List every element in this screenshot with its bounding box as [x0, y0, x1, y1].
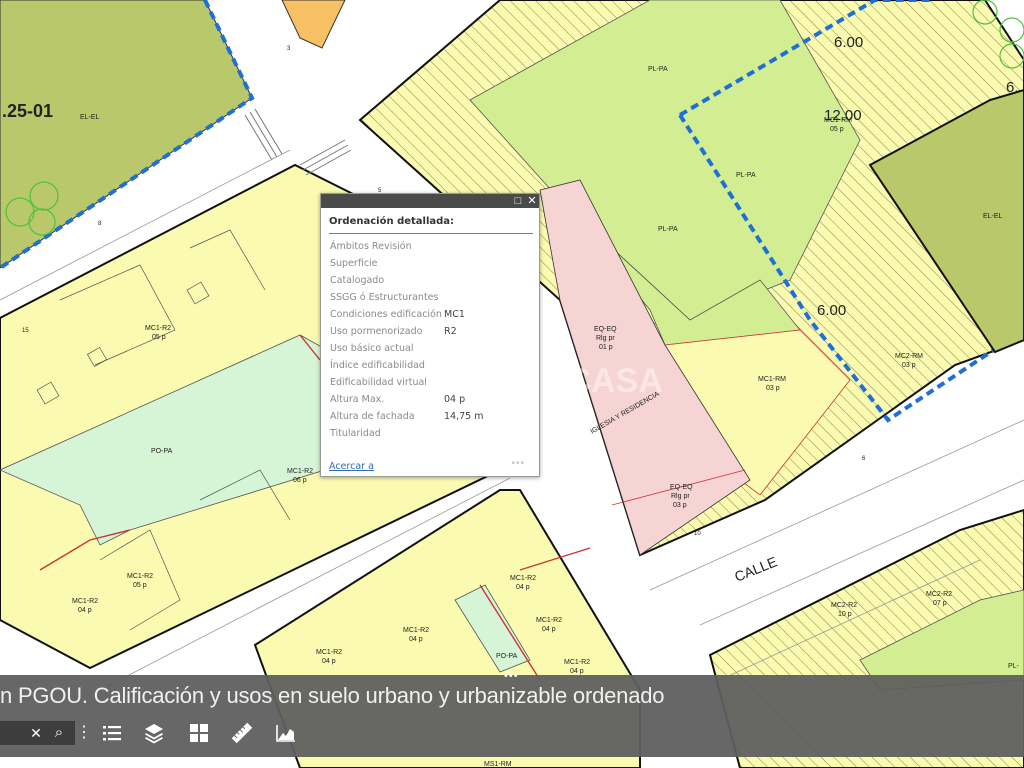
- attribute-value: MC1: [444, 309, 465, 320]
- map-label-mc2-rm-p: 03 p: [902, 362, 916, 369]
- map-label-po-pa: PO-PA: [151, 448, 173, 455]
- basemap-gallery-icon[interactable]: [186, 721, 212, 753]
- map-label-mc2-r2-p: 07 p: [933, 600, 947, 607]
- clear-search-icon[interactable]: ✕: [28, 721, 44, 745]
- map-label-eq-eq-p: 01 p: [599, 344, 613, 351]
- map-label-pl-pa-mid: PL-PA: [658, 226, 678, 233]
- attribute-label: Uso pormenorizado: [330, 326, 423, 337]
- attribute-value: 14,75 m: [444, 411, 484, 422]
- close-icon[interactable]: ✕: [525, 194, 539, 208]
- attribute-label: Altura de fachada: [330, 411, 415, 422]
- map-label-eq-eq: EQ-EQ: [670, 484, 693, 491]
- attribute-label: Superficie: [330, 258, 378, 269]
- map-label-dim: 12.00: [824, 107, 862, 124]
- elevation-profile-icon[interactable]: [273, 721, 299, 753]
- map-label-dim: 6.: [1006, 79, 1019, 96]
- map-label-mc1-r2-p: 05 p: [133, 582, 147, 589]
- popup-titlebar: □ ✕: [321, 194, 539, 208]
- map-label-mc1-rm-p: 03 p: [766, 385, 780, 392]
- popup-title: Ordenación detallada:: [329, 216, 455, 227]
- attribute-value: 04 p: [444, 394, 466, 405]
- map-label-mc1-r2-p: 04 p: [322, 658, 336, 665]
- map-label-mc1-r2: MC1-R2: [316, 649, 342, 656]
- more-tools-icon[interactable]: ⋮: [76, 721, 92, 745]
- map-label-mc1-r2: MC1-R2: [287, 468, 313, 475]
- map-label-mc2-r2-p: 10 p: [838, 611, 852, 618]
- map-label-mc1-r2: MC1-R2: [72, 598, 98, 605]
- app-title: n PGOU. Calificación y usos en suelo urb…: [0, 683, 665, 708]
- map-label-mc1-r2: MC1-R2: [127, 573, 153, 580]
- map-label-mc1-rm-p: 05 p: [830, 126, 844, 133]
- measure-ruler-icon[interactable]: [229, 721, 255, 753]
- map-label-ms1-rm: MS1-RM: [484, 761, 512, 768]
- map-label-eq-eq-use: Rlg pr: [671, 493, 690, 500]
- map-label-mc2-r2: MC2-R2: [831, 602, 857, 609]
- attribute-label: Condiciones edificación: [330, 309, 442, 320]
- panel-handle-icon[interactable]: •••: [504, 670, 519, 682]
- attribute-label: Titularidad: [330, 428, 381, 439]
- attribute-label: Uso básico actual: [330, 343, 414, 354]
- map-label-mc1-r2-p: 04 p: [78, 607, 92, 614]
- bottom-panel: ••• n PGOU. Calificación y usos en suelo…: [0, 670, 1024, 757]
- map-label-mc1-r2: MC1-R2: [403, 627, 429, 634]
- map-label-mc1-r2-p: 06 p: [293, 477, 307, 484]
- map-label-num: 15: [22, 328, 29, 334]
- attribute-label: SSGG ó Estructurantes: [330, 292, 439, 303]
- map-label-mc2-r2: MC2-R2: [926, 591, 952, 598]
- map-label-pl-pa-small: PL-PA: [736, 172, 756, 179]
- attribute-label: Edificabilidad virtual: [330, 377, 427, 388]
- map-label-mc1-r2: MC1-R2: [145, 325, 171, 332]
- search-icon[interactable]: ⌕: [50, 721, 68, 745]
- map-label-mc1-r2: MC1-R2: [564, 659, 590, 666]
- map-label-dim: 6.00: [817, 302, 846, 319]
- map-label-mc2-rm: MC2-RM: [895, 353, 923, 360]
- attribute-value: R2: [444, 326, 457, 337]
- map-label-el-el-left: EL-EL: [80, 114, 100, 121]
- feature-popup: □ ✕ Ordenación detallada: Ámbitos Revisi…: [320, 193, 540, 477]
- map-label-mc1-r2-p: 04 p: [516, 584, 530, 591]
- attribute-label: Catalogado: [330, 275, 385, 286]
- map-label-mc1-r2-p: 04 p: [570, 668, 584, 675]
- popup-divider: [329, 233, 533, 234]
- map-label-mc1-r2-p: 04 p: [542, 626, 556, 633]
- map-label-po-pa-small: PO-PA: [496, 653, 518, 660]
- map-label-mc1-r2: MC1-R2: [510, 575, 536, 582]
- map-label-mc1-r2-p: 04 p: [409, 636, 423, 643]
- layers-icon[interactable]: [141, 721, 167, 753]
- map-label-code: .25-01: [2, 101, 53, 121]
- attribute-label: Ámbitos Revisión: [330, 241, 412, 252]
- map-label-num: 10: [694, 531, 701, 537]
- map-label-eq-eq-p: 03 p: [673, 502, 687, 509]
- map-label-eq-eq: EQ-EQ: [594, 326, 617, 333]
- map-label-mc1-r2: MC1-R2: [536, 617, 562, 624]
- list-legend-icon[interactable]: [99, 721, 125, 753]
- zoom-to-link[interactable]: Acercar a: [329, 461, 374, 472]
- map-label-pl-pa-edge: PL-: [1008, 663, 1020, 670]
- map-label-el-el-right: EL-EL: [983, 213, 1003, 220]
- map-label-dim: 6.00: [834, 34, 863, 51]
- maximize-icon[interactable]: □: [511, 194, 525, 208]
- attribute-label: Altura Max.: [330, 394, 385, 405]
- map-label-watermark: OCASA: [540, 362, 663, 400]
- map-label-pl-pa-top: PL-PA: [648, 66, 668, 73]
- map-label-eq-eq-use: Rlg pr: [596, 335, 615, 342]
- map-label-mc1-rm: MC1-RM: [758, 376, 786, 383]
- more-actions-icon[interactable]: •••: [511, 458, 525, 469]
- map-label-mc1-r2-p: 05 p: [152, 334, 166, 341]
- attribute-label: Índice edificabilidad: [330, 360, 425, 371]
